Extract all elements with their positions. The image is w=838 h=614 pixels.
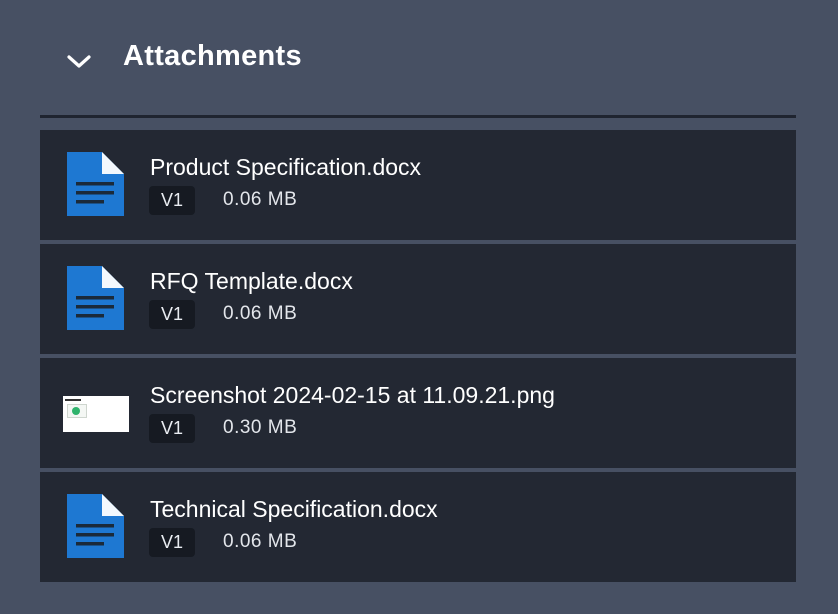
file-size: 0.30 MB [223, 417, 298, 438]
version-badge: V1 [149, 528, 196, 557]
file-size: 0.06 MB [223, 189, 298, 210]
attachment-name[interactable]: RFQ Template.docx [150, 268, 353, 295]
word-document-icon [67, 494, 124, 558]
attachments-section-header[interactable]: Attachments [40, 0, 796, 116]
chevron-down-icon[interactable] [66, 52, 92, 72]
attachment-list: Product Specification.docx V1 0.06 MB RF… [40, 130, 796, 586]
attachment-item[interactable]: RFQ Template.docx V1 0.06 MB [40, 244, 796, 354]
attachments-panel: Attachments Product Specification.docx V… [0, 0, 838, 614]
attachment-item[interactable]: Screenshot 2024-02-15 at 11.09.21.png V1… [40, 358, 796, 468]
image-thumbnail [63, 396, 129, 432]
attachment-name[interactable]: Screenshot 2024-02-15 at 11.09.21.png [150, 382, 555, 409]
file-size: 0.06 MB [223, 531, 298, 552]
section-divider [40, 115, 796, 118]
version-badge: V1 [149, 414, 196, 443]
attachment-item[interactable]: Product Specification.docx V1 0.06 MB [40, 130, 796, 240]
version-badge: V1 [149, 300, 196, 329]
section-title: Attachments [123, 40, 302, 72]
word-document-icon [67, 152, 124, 216]
version-badge: V1 [149, 186, 196, 215]
thumbnail-detail [72, 407, 80, 415]
attachment-name[interactable]: Product Specification.docx [150, 154, 421, 181]
file-size: 0.06 MB [223, 303, 298, 324]
attachment-name[interactable]: Technical Specification.docx [150, 496, 438, 523]
attachment-item[interactable]: Technical Specification.docx V1 0.06 MB [40, 472, 796, 582]
word-document-icon [67, 266, 124, 330]
thumbnail-detail [65, 399, 81, 401]
